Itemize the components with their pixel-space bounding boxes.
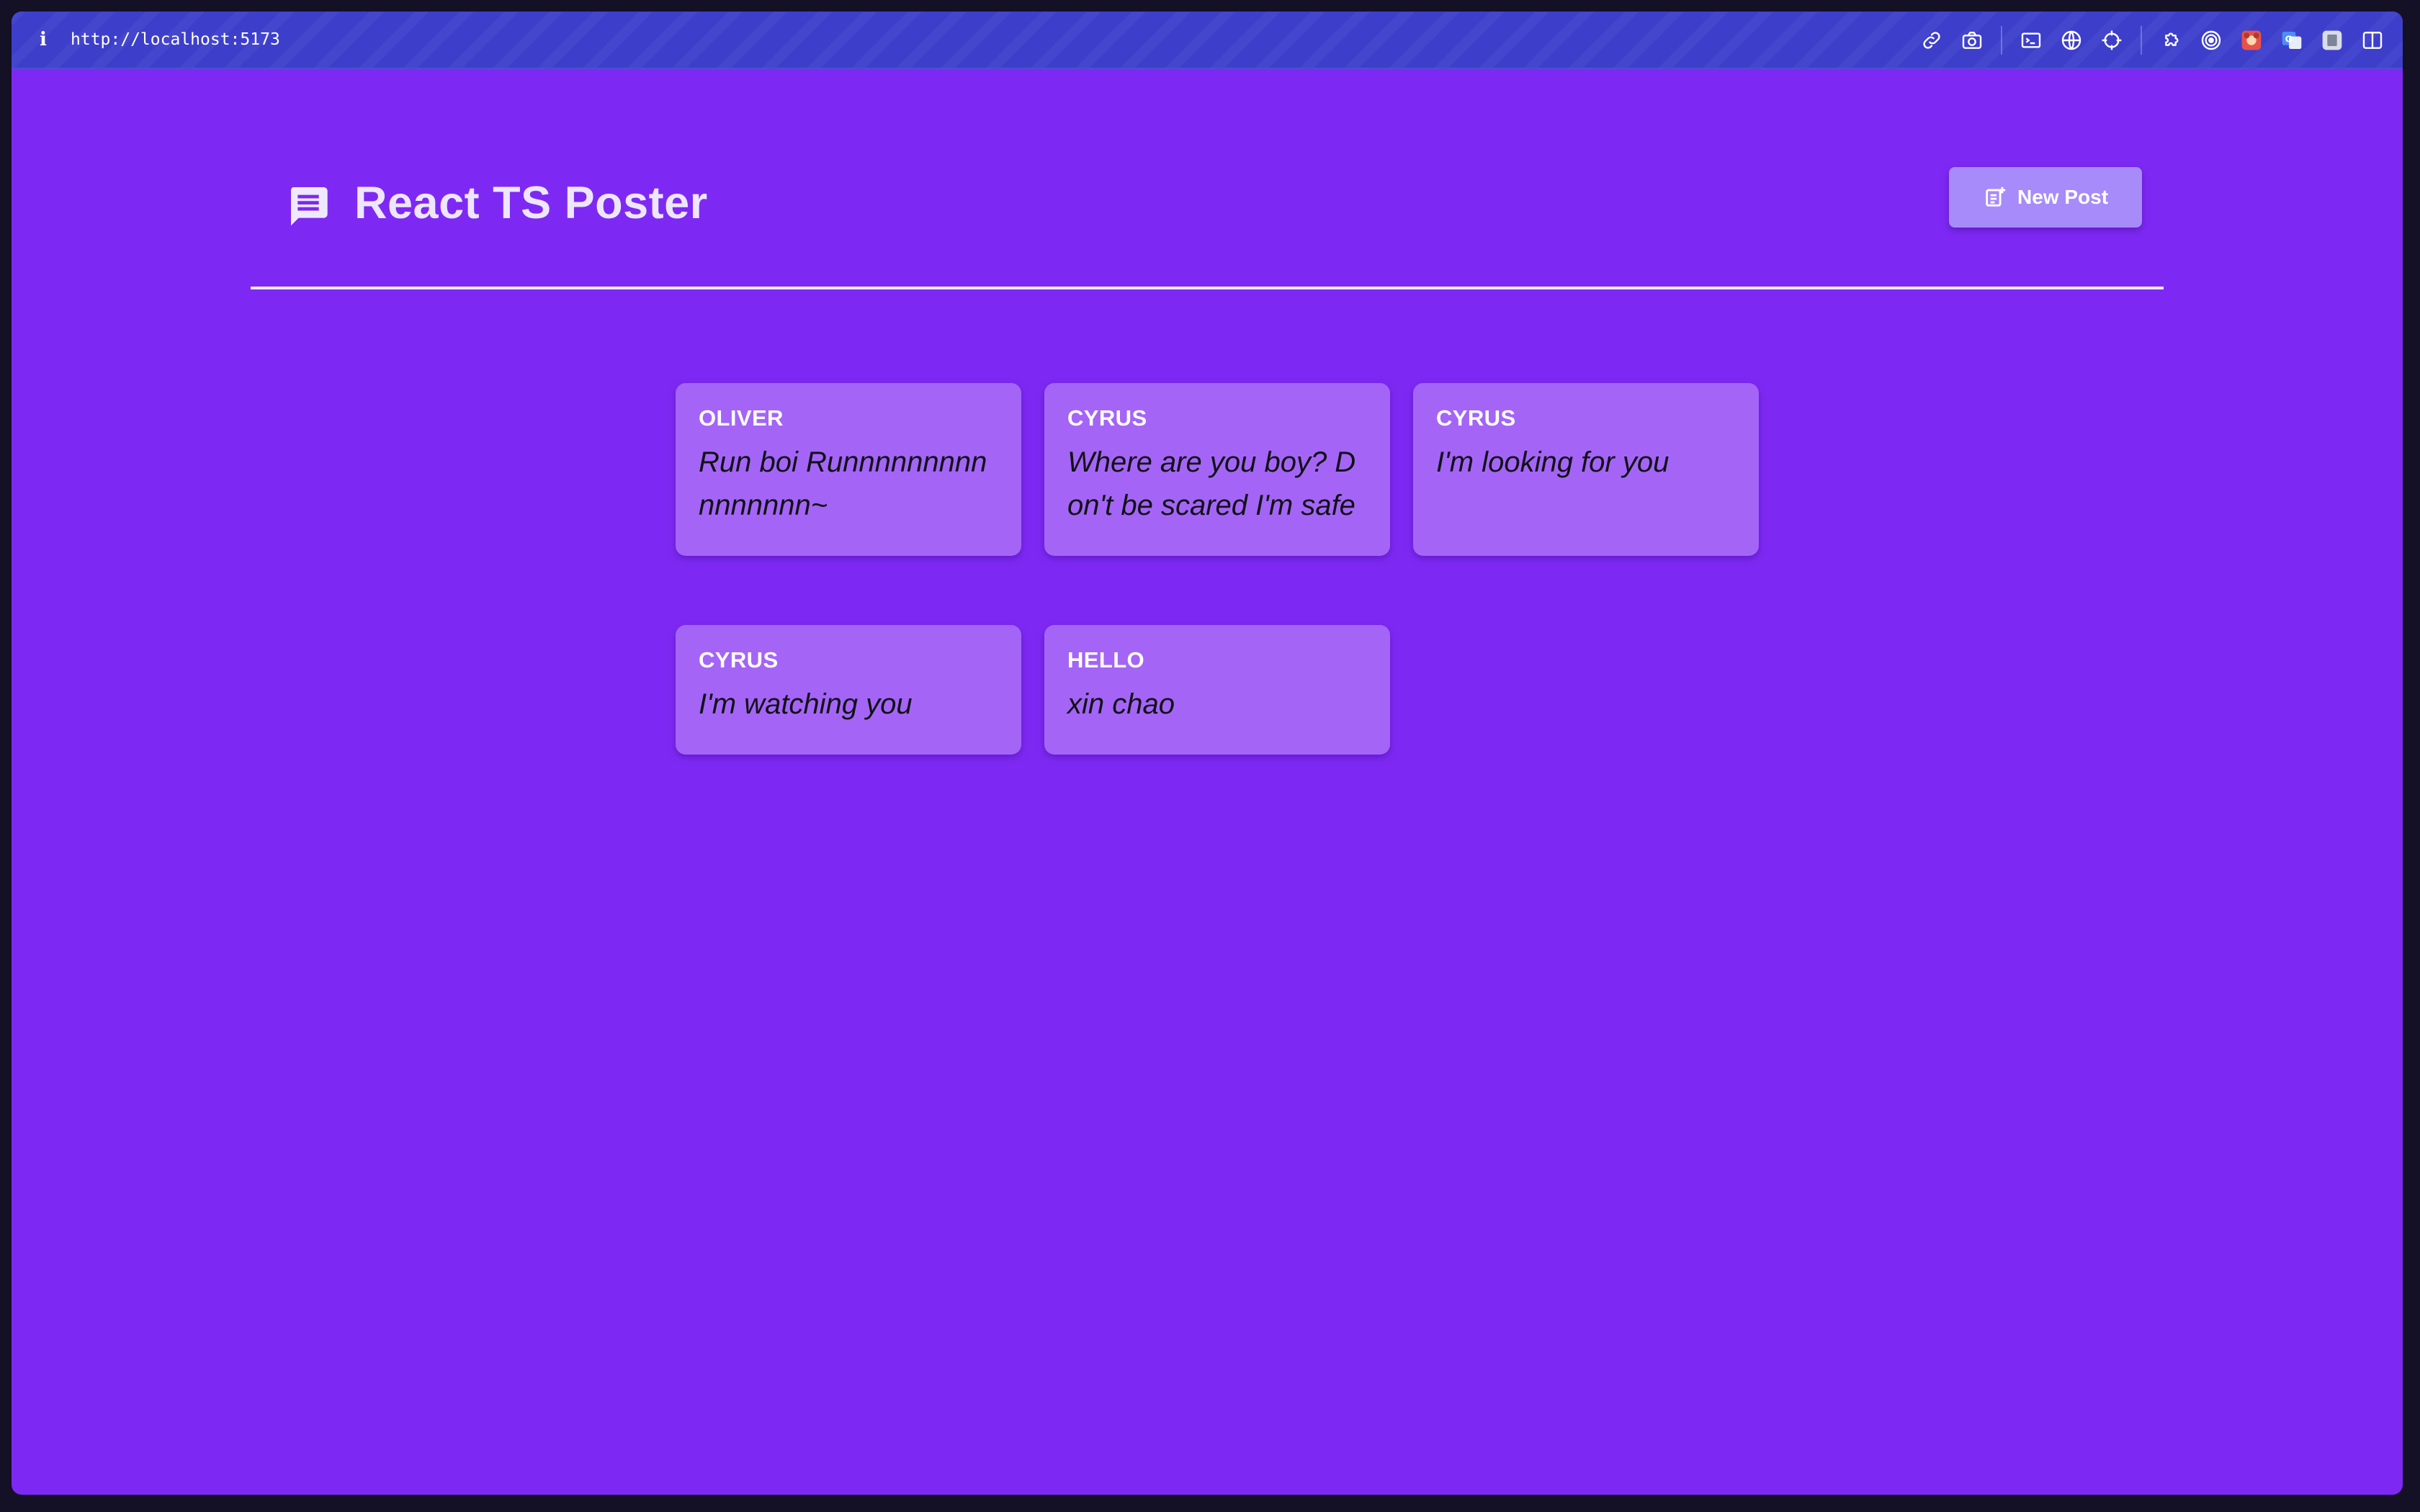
post-card[interactable]: CYRUS I'm looking for you [1413,383,1759,556]
post-card[interactable]: OLIVER Run boi Runnnnnnnnnnnnnnnn~ [676,383,1021,556]
header-divider [251,287,2164,289]
post-body: Run boi Runnnnnnnnnnnnnnnn~ [699,446,987,521]
camera-icon[interactable] [1952,20,1992,60]
target-icon[interactable] [2191,20,2231,60]
url-text[interactable]: http://localhost:5173 [71,30,280,49]
link-icon[interactable] [1912,20,1952,60]
browser-toolbar: i http://localhost:5173 G [12,12,2403,69]
post-body: I'm looking for you [1436,446,1670,478]
post-author: CYRUS [1067,405,1147,431]
toolbar-separator [2141,26,2142,55]
post-author: CYRUS [699,647,779,672]
translate-icon[interactable]: G [2272,20,2312,60]
post-author: HELLO [1067,647,1145,672]
extension-red-icon[interactable] [2231,20,2272,60]
new-post-icon [1986,186,2006,207]
post-body: Where are you boy? Don't be scared I'm s… [1067,446,1356,521]
sidebar-toggle-icon[interactable] [2352,20,2393,60]
page-title: React TS Poster [354,178,708,228]
globe-icon[interactable] [2051,20,2092,60]
extension-gray-icon[interactable] [2312,20,2352,60]
page-header: React TS Poster New Post [251,156,2164,278]
terminal-icon[interactable] [2011,20,2051,60]
post-author: OLIVER [699,405,784,431]
browser-window: i http://localhost:5173 G React TS Poste… [12,12,2403,1495]
post-body: xin chao [1067,688,1175,720]
crosshair-icon[interactable] [2092,20,2132,60]
svg-text:G: G [2285,35,2293,45]
post-card[interactable]: HELLO xin chao [1044,625,1390,755]
message-icon [285,181,331,228]
toolbar-tools: G [1912,12,2393,69]
new-post-button[interactable]: New Post [1949,167,2142,228]
post-body: I'm watching you [699,688,913,720]
post-card[interactable]: CYRUS I'm watching you [676,625,1021,755]
post-card[interactable]: CYRUS Where are you boy? Don't be scared… [1044,383,1390,556]
new-post-label: New Post [2017,186,2109,208]
info-icon[interactable]: i [29,29,58,50]
post-author: CYRUS [1436,405,1516,431]
toolbar-separator [2001,26,2002,55]
extension-puzzle-icon[interactable] [2151,20,2191,60]
